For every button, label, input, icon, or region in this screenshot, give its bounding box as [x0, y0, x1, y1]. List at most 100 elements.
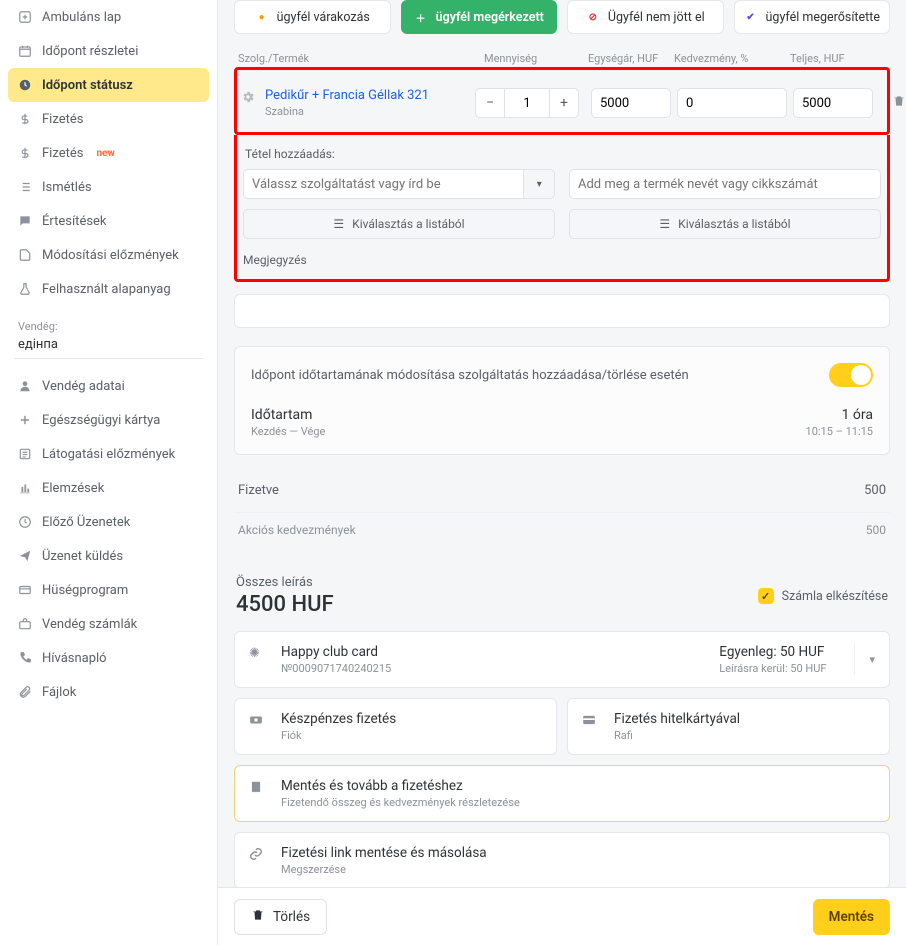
sidebar-item-eg-szs-g-gyi-k-rtya[interactable]: Egészségügyi kártya [8, 403, 209, 437]
sidebar-item-label: Fájlok [42, 685, 76, 700]
sidebar-item-id-pont-st-tusz[interactable]: Időpont státusz [8, 68, 209, 102]
sidebar-item-fizet-s[interactable]: Fizetés new [8, 136, 209, 170]
sidebar-item-label: Felhasznált alapanyag [42, 282, 171, 297]
user-icon [18, 379, 32, 393]
sidebar-item-label: Vendég számlák [42, 617, 137, 632]
club-deduct: Leírásra kerül: 50 HUF [719, 662, 826, 675]
total-input[interactable] [793, 88, 873, 118]
case-icon [18, 617, 32, 631]
sidebar-item-h-s-gprogram[interactable]: Hüségprogram [8, 573, 209, 607]
service-pick-button[interactable]: ☰ Kiválasztás a listából [243, 209, 555, 239]
add-item-label: Tétel hozzáadás: [245, 147, 879, 161]
sidebar-item-ambul-ns-lap[interactable]: Ambuláns lap [8, 0, 209, 34]
sidebar-item-elemz-sek[interactable]: Elemzések [8, 471, 209, 505]
promo-label: Akciós kedvezmények [238, 523, 356, 537]
sidebar-item-el-z-zenetek[interactable]: Előző Üzenetek [8, 505, 209, 539]
calendar-icon [18, 44, 32, 58]
unit-price-input[interactable] [591, 88, 671, 118]
product-input[interactable] [569, 169, 881, 199]
send-icon [18, 549, 32, 563]
sidebar-item-h-v-snapl-[interactable]: Hívásnapló [8, 641, 209, 675]
sidebar-item-m-dos-t-si-el-zm-nyek[interactable]: Módosítási előzmények [8, 238, 209, 272]
cash-icon [249, 713, 267, 731]
sidebar-item-id-pont-r-szletei[interactable]: Időpont részletei [8, 34, 209, 68]
col-service: Szolg./Termék [238, 52, 466, 65]
sidebar-item-label: Hüségprogram [42, 583, 128, 598]
status-icon: ⊘ [586, 10, 600, 24]
club-card[interactable]: ✺ Happy club card №0009071740240215 Egye… [234, 631, 890, 688]
col-unit: Egységár, HUF [588, 52, 668, 65]
sidebar-item-label: Egészségügyi kártya [42, 413, 160, 428]
save-button[interactable]: Mentés [813, 899, 890, 935]
qty-plus[interactable]: + [549, 88, 579, 118]
note-input[interactable] [234, 294, 890, 328]
flask-icon [18, 282, 32, 296]
dollar-icon [18, 112, 32, 126]
auto-duration-label: Időpont időtartamának módosítása szolgál… [251, 368, 689, 383]
sparkle-icon: ✺ [249, 646, 267, 661]
sidebar-item-vend-g-sz-ml-k[interactable]: Vendég számlák [8, 607, 209, 641]
sidebar-item-label: Előző Üzenetek [42, 515, 130, 530]
clock-icon [18, 78, 32, 92]
save-and-pay[interactable]: Mentés és tovább a fizetéshez Fizetendő … [234, 765, 890, 822]
new-badge: new [96, 148, 114, 159]
qty-stepper[interactable]: − + [475, 88, 585, 118]
list-icon: ☰ [659, 217, 670, 231]
sidebar-item-label: Értesítések [42, 214, 107, 229]
check-icon: ✓ [758, 588, 774, 604]
status-tab[interactable]: ●ügyfél várakozás [234, 0, 391, 34]
sidebar-item-vend-g-adatai[interactable]: Vendég adatai [8, 369, 209, 403]
sidebar-item-label: Üzenet küldés [42, 549, 123, 564]
qty-input[interactable] [505, 88, 549, 118]
highlight-line-items: Pedikűr + Francia Géllak 321 Szabina − + [234, 67, 890, 135]
status-tab[interactable]: ＋ügyfél megérkezett [401, 0, 558, 34]
sidebar-item-f-jlok[interactable]: Fájlok [8, 675, 209, 709]
guest-section-label: Vendég: [8, 306, 209, 337]
duration-sub: Kezdés — Vége [251, 425, 325, 438]
service-select-caret[interactable]: ▾ [524, 169, 555, 199]
payment-link[interactable]: Fizetési link mentése és másolása Megsze… [234, 832, 890, 887]
highlight-add-item: Tétel hozzáadás: ▾ ☰ Kiválasztás a listá… [234, 135, 890, 282]
chevron-down-icon[interactable]: ▾ [854, 644, 875, 675]
plus-square-icon [18, 10, 32, 24]
pay-card[interactable]: Fizetés hitelkártyával Rafi [567, 698, 890, 755]
sidebar-item-label: Látogatási előzmények [42, 447, 175, 462]
sidebar-item-label: Fizetés [42, 146, 83, 161]
sidebar-item-felhaszn-lt-alapanyag[interactable]: Felhasznált alapanyag [8, 272, 209, 306]
guest-name: едінпа [8, 337, 209, 358]
delete-row-icon[interactable] [879, 94, 906, 112]
service-name[interactable]: Pedikűr + Francia Géllak 321 [265, 88, 429, 103]
sidebar: Ambuláns lapIdőpont részleteiIdőpont stá… [0, 0, 218, 945]
duration-panel: Időpont időtartamának módosítása szolgál… [234, 346, 890, 455]
phone-icon [18, 651, 32, 665]
gear-icon [241, 90, 255, 108]
status-icon: ✔ [744, 10, 758, 24]
note-label: Megjegyzés [243, 253, 881, 267]
status-tab[interactable]: ⊘Ügyfél nem jött el [567, 0, 724, 34]
service-staff: Szabina [265, 105, 429, 118]
sidebar-item-label: Elemzések [42, 481, 104, 496]
service-select[interactable] [243, 169, 524, 199]
col-total: Teljes, HUF [790, 52, 870, 65]
invoice-checkbox[interactable]: ✓ Számla elkészítése [758, 588, 888, 604]
pay-cash[interactable]: Készpénzes fizetés Fiók [234, 698, 557, 755]
sidebar-item-l-togat-si-el-zm-nyek[interactable]: Látogatási előzmények [8, 437, 209, 471]
delete-button[interactable]: Törlés [234, 899, 327, 935]
product-pick-button[interactable]: ☰ Kiválasztás a listából [569, 209, 881, 239]
sidebar-item--zenet-k-ld-s[interactable]: Üzenet küldés [8, 539, 209, 573]
qty-minus[interactable]: − [475, 88, 505, 118]
receipt-icon [249, 780, 267, 798]
sidebar-item-label: Hívásnapló [42, 651, 107, 666]
club-name: Happy club card [281, 644, 391, 660]
discount-input[interactable] [677, 88, 787, 118]
list-icon: ☰ [333, 217, 344, 231]
plus-icon [18, 413, 32, 427]
sidebar-item-ism-tl-s[interactable]: Ismétlés [8, 170, 209, 204]
auto-duration-toggle[interactable] [829, 363, 873, 387]
sidebar-item--rtes-t-sek[interactable]: Értesítések [8, 204, 209, 238]
club-number: №0009071740240215 [281, 662, 391, 675]
status-icon: ● [255, 10, 269, 24]
file-icon [18, 248, 32, 262]
status-tab[interactable]: ✔ügyfél megerősítette [734, 0, 891, 34]
sidebar-item-fizet-s[interactable]: Fizetés [8, 102, 209, 136]
